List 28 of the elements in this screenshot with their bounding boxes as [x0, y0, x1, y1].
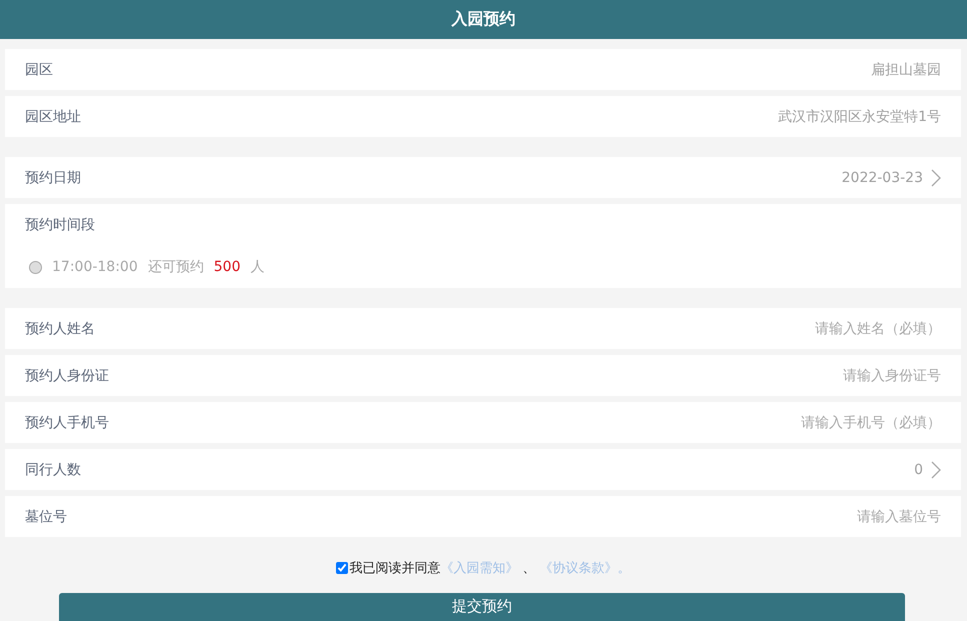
agree-text: 我已阅读并同意 [350, 560, 440, 577]
period: 。 [618, 560, 630, 577]
field-label: 墓位号 [25, 508, 68, 526]
chevron-right-icon [931, 168, 941, 186]
field-label: 预约时间段 [25, 216, 96, 234]
picker-value: 2022-03-23 [842, 170, 923, 186]
remaining-count: 500 [214, 259, 240, 275]
slot-time: 17:00-18:00 [52, 259, 138, 275]
field-label: 预约人身份证 [25, 366, 110, 384]
field-label: 预约人姓名 [25, 320, 96, 338]
field-label: 园区地址 [25, 108, 82, 126]
radio-button[interactable] [29, 260, 42, 274]
submit-button[interactable]: 提交预约 [59, 593, 905, 621]
agree-checkbox[interactable] [336, 562, 348, 574]
separator: 、 [522, 560, 536, 577]
chevron-right-icon [931, 460, 941, 478]
field-label: 预约日期 [25, 168, 82, 186]
picker-row[interactable]: 预约日期 2022-03-23 [5, 157, 961, 198]
field-label: 同行人数 [25, 460, 82, 478]
remaining-label: 还可预约 [148, 258, 204, 276]
field-label: 预约人手机号 [25, 414, 110, 432]
field-value: 扁担山墓园 [871, 60, 941, 78]
unit-label: 人 [250, 258, 264, 276]
page-header: 入园预约 [0, 0, 967, 39]
field-label: 园区 [25, 60, 54, 78]
field-value: 武汉市汉阳区永安堂特1号 [778, 108, 941, 126]
picker-row[interactable]: 同行人数 0 [5, 449, 961, 490]
picker-value: 0 [914, 462, 923, 478]
